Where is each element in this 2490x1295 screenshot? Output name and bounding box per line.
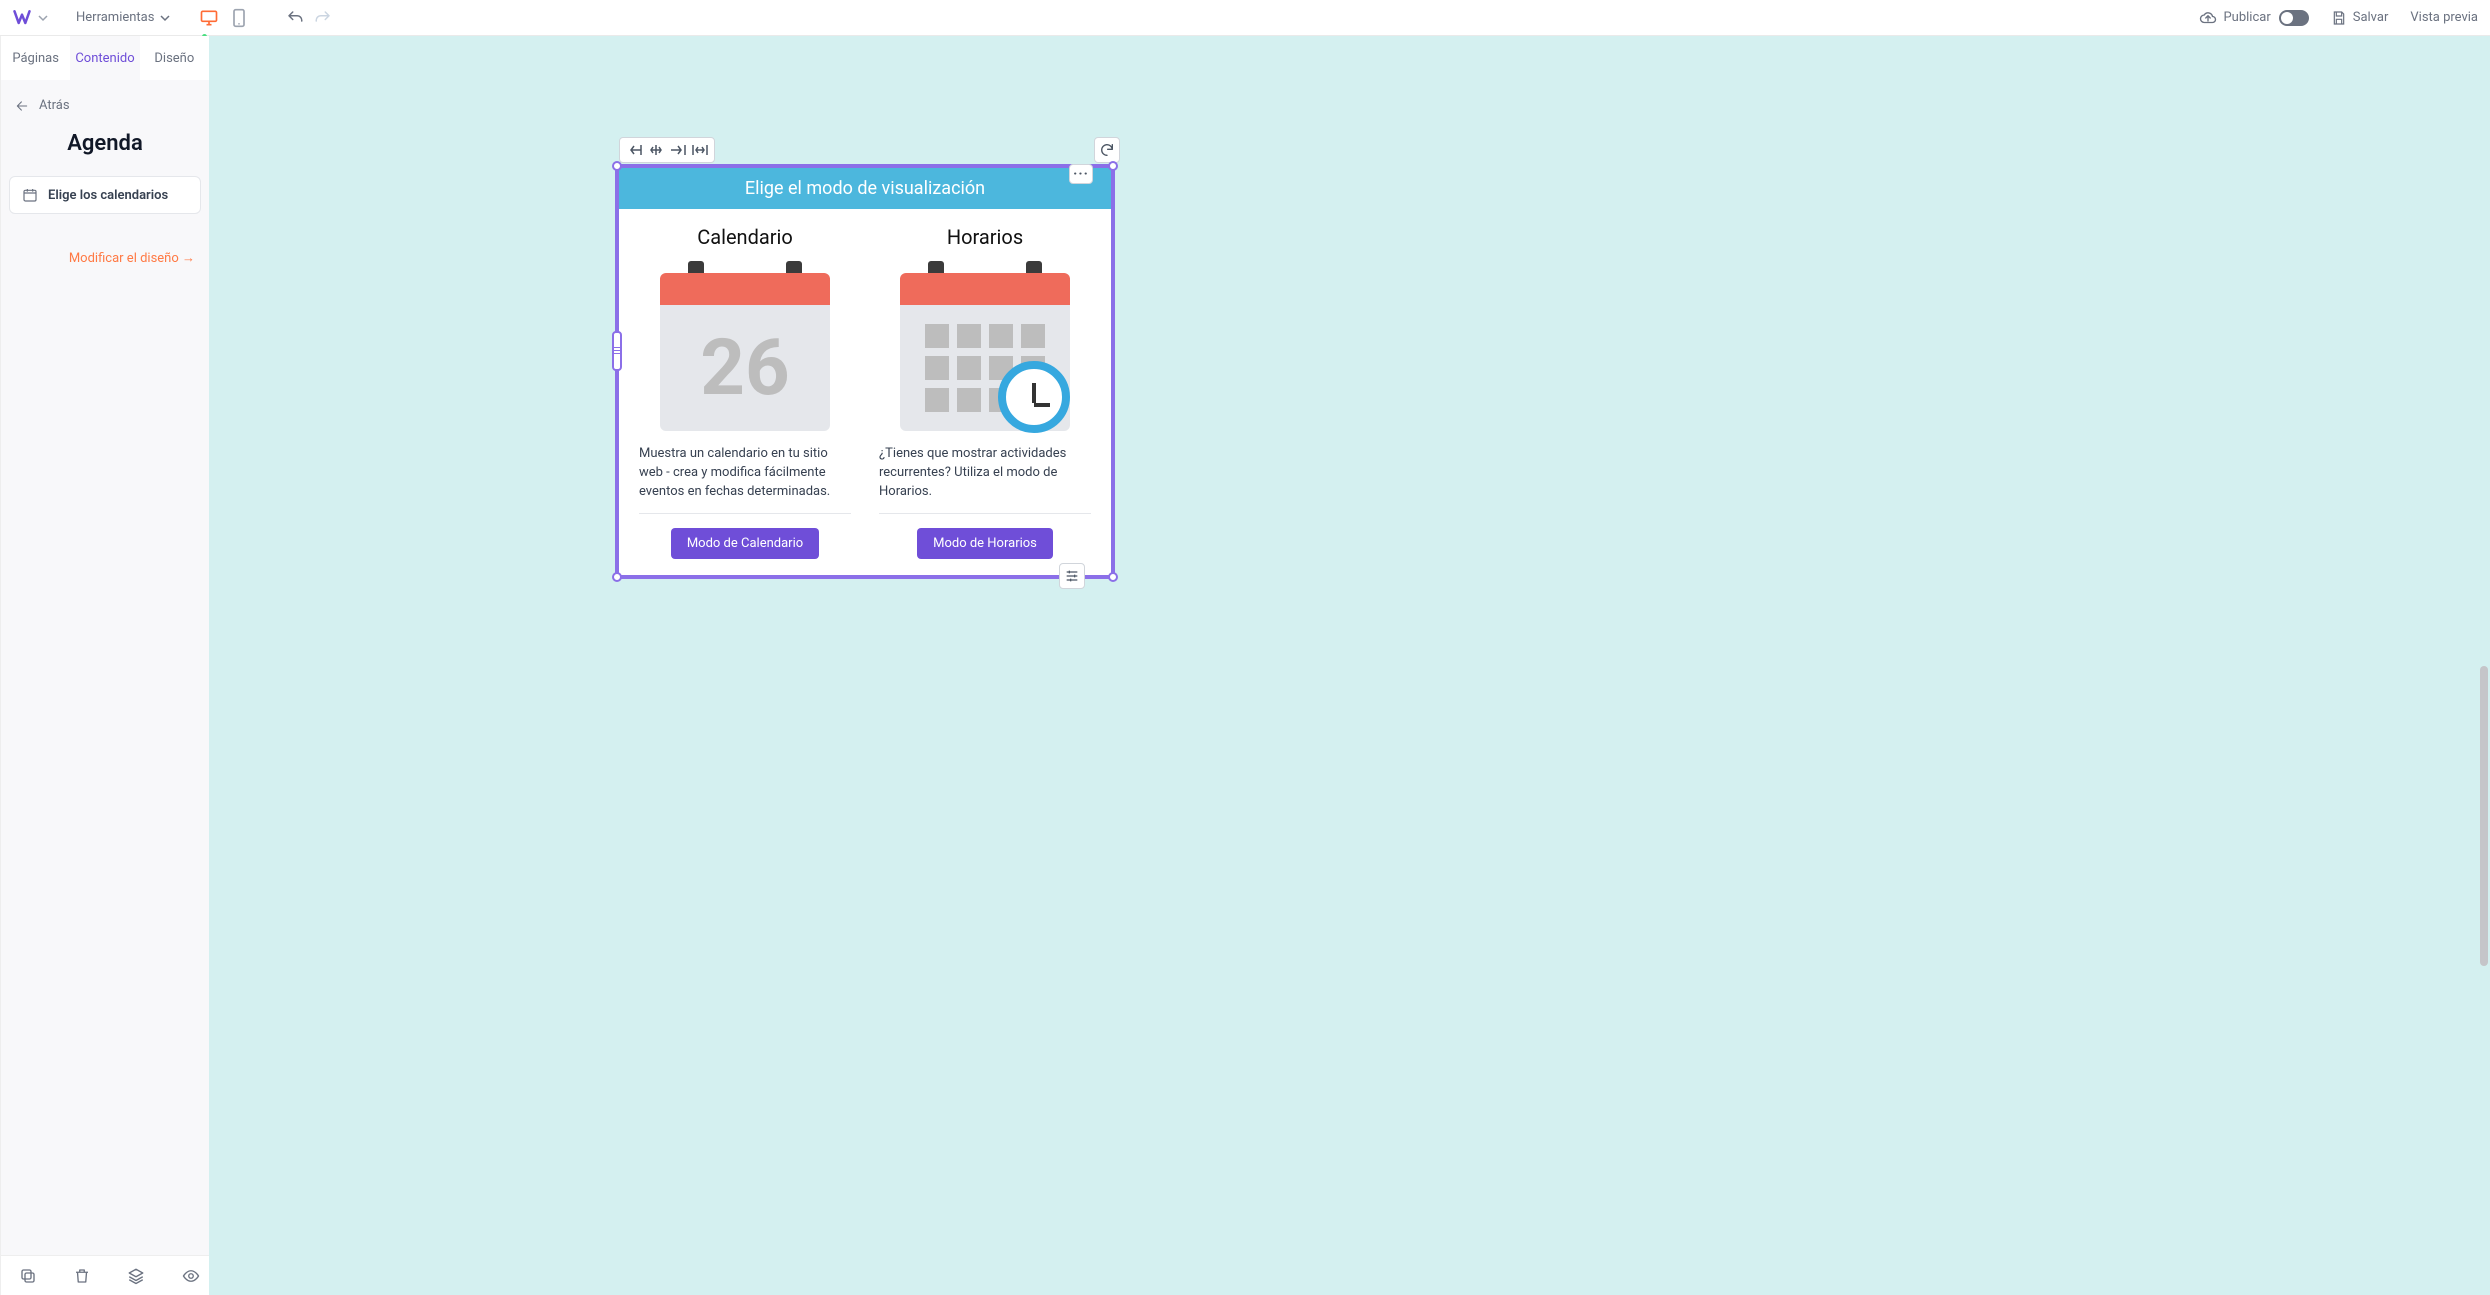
canvas[interactable]: ··· Elige el modo de visualización Calen… [209, 36, 2490, 1295]
arrow-left-icon [15, 99, 29, 113]
resize-handle-tr[interactable] [1108, 161, 1118, 171]
back-link[interactable]: Atrás [9, 80, 201, 123]
widget-more-button[interactable]: ··· [1069, 164, 1093, 184]
reset-button[interactable] [1094, 137, 1120, 163]
tab-content[interactable]: Contenido [70, 36, 139, 80]
schedule-title: Horarios [947, 225, 1023, 249]
trash-icon [73, 1267, 91, 1285]
calendar-option: Calendario 26 Muestra un calendario en t… [627, 221, 863, 559]
sidebar: Páginas Contenido Diseño Atrás Agenda El… [0, 36, 209, 1295]
preview-label: Vista previa [2410, 10, 2478, 25]
calendar-icon [22, 187, 38, 203]
preview-button[interactable]: Vista previa [2410, 10, 2478, 25]
sidebar-body: Atrás Agenda Elige los calendarios Modif… [1, 80, 209, 1255]
calendar-description: Muestra un calendario en tu sitio web - … [639, 445, 851, 503]
device-switcher [196, 5, 252, 31]
sidebar-tabs: Páginas Contenido Diseño [1, 36, 209, 80]
redo-button[interactable] [312, 7, 334, 29]
logo-icon [12, 8, 32, 28]
save-label: Salvar [2353, 10, 2389, 25]
scrollbar[interactable] [2480, 666, 2488, 966]
divider [879, 513, 1091, 514]
widget-body: Calendario 26 Muestra un calendario en t… [619, 209, 1111, 575]
alignment-toolbar [619, 137, 715, 163]
calendar-illustration: 26 [660, 261, 830, 431]
copy-icon [19, 1267, 37, 1285]
undo-icon [286, 9, 304, 27]
choose-calendars-label: Elige los calendarios [48, 188, 168, 203]
undo-button[interactable] [284, 7, 306, 29]
align-right-icon [670, 143, 686, 157]
resize-handle-tl[interactable] [612, 161, 622, 171]
desktop-device-button[interactable] [196, 5, 222, 31]
layers-icon [127, 1267, 145, 1285]
align-right-button[interactable] [668, 140, 688, 160]
redo-icon [314, 9, 332, 27]
mobile-device-button[interactable] [226, 5, 252, 31]
selected-widget[interactable]: ··· Elige el modo de visualización Calen… [615, 164, 1115, 579]
align-center-button[interactable] [646, 140, 666, 160]
sidebar-footer [1, 1255, 209, 1295]
mobile-icon [231, 8, 247, 28]
panel-title: Agenda [9, 131, 201, 156]
tab-design[interactable]: Diseño [140, 36, 209, 80]
chevron-down-icon [160, 13, 170, 23]
layers-button[interactable] [127, 1267, 145, 1285]
calendar-mode-button[interactable]: Modo de Calendario [671, 528, 819, 559]
schedule-description: ¿Tienes que mostrar actividades recurren… [879, 445, 1091, 503]
refresh-icon [1099, 142, 1115, 158]
publish-toggle[interactable] [2279, 10, 2309, 26]
publish-button[interactable]: Publicar [2199, 9, 2308, 27]
tab-pages[interactable]: Páginas [1, 36, 70, 80]
resize-handle-left[interactable] [612, 331, 622, 371]
calendar-title: Calendario [697, 225, 793, 249]
desktop-icon [199, 8, 219, 28]
resize-handle-bl[interactable] [612, 572, 622, 582]
calendar-day-number: 26 [700, 323, 790, 414]
schedule-option: Horarios ¿Tienes que mostrar actividades… [867, 221, 1103, 559]
modify-design-link[interactable]: Modificar el diseño → [9, 250, 201, 266]
align-left-icon [626, 143, 642, 157]
visibility-button[interactable] [181, 1267, 201, 1285]
align-left-button[interactable] [624, 140, 644, 160]
tools-dropdown[interactable]: Herramientas [76, 10, 170, 25]
tools-label: Herramientas [76, 10, 154, 25]
divider [639, 513, 851, 514]
sliders-icon [1064, 568, 1080, 584]
cloud-upload-icon [2199, 9, 2217, 27]
modify-design-label: Modificar el diseño → [69, 250, 195, 266]
widget-settings-button[interactable] [1059, 563, 1085, 589]
schedule-mode-button[interactable]: Modo de Horarios [917, 528, 1053, 559]
back-label: Atrás [39, 98, 70, 113]
save-icon [2331, 10, 2347, 26]
stretch-icon [692, 143, 708, 157]
align-stretch-button[interactable] [690, 140, 710, 160]
eye-icon [181, 1267, 201, 1285]
top-bar: Herramientas Publicar Salvar Vista previ… [0, 0, 2490, 36]
delete-button[interactable] [73, 1267, 91, 1285]
widget-header: Elige el modo de visualización [619, 168, 1111, 209]
duplicate-button[interactable] [19, 1267, 37, 1285]
logo-chevron-icon[interactable] [38, 13, 48, 23]
history-group [284, 7, 334, 29]
resize-handle-br[interactable] [1108, 572, 1118, 582]
schedule-illustration [900, 261, 1070, 431]
save-button[interactable]: Salvar [2331, 10, 2389, 26]
publish-label: Publicar [2223, 10, 2270, 25]
choose-calendars-button[interactable]: Elige los calendarios [9, 176, 201, 214]
main-area: Páginas Contenido Diseño Atrás Agenda El… [0, 36, 2490, 1295]
logo[interactable] [12, 8, 32, 28]
clock-icon [998, 361, 1070, 433]
align-center-icon [648, 143, 664, 157]
